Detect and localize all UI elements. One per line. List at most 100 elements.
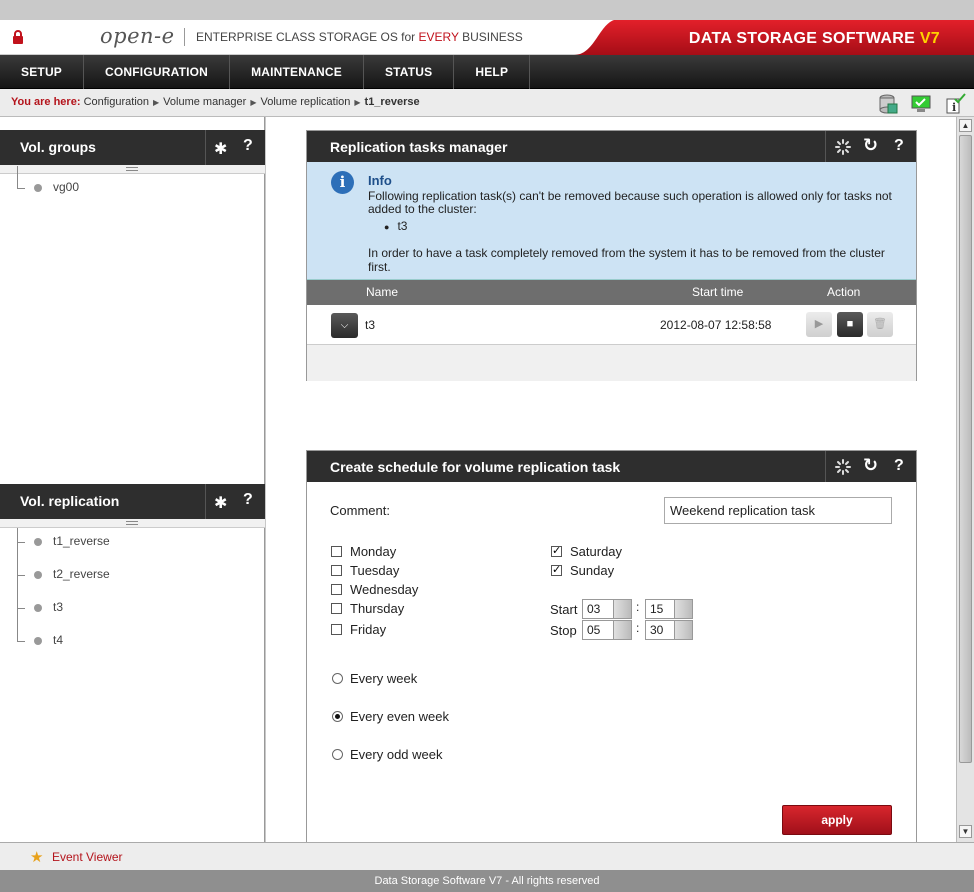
header-divider — [825, 131, 826, 162]
checkbox-label: Saturday — [570, 544, 623, 559]
comment-label: Comment: — [330, 503, 390, 518]
tree-node-icon — [34, 637, 42, 645]
table-row: ⌵ t3 2012-08-07 12:58:58 ▶ ■ 🗑 — [307, 305, 916, 345]
stop-button[interactable]: ■ — [837, 312, 863, 337]
tree-node-icon — [34, 538, 42, 546]
column-name: Name — [366, 285, 399, 299]
scroll-down-icon[interactable]: ▼ — [959, 825, 972, 838]
reload-icon[interactable]: ↻ — [863, 455, 878, 476]
header-divider — [205, 484, 206, 519]
breadcrumb-current: t1_reverse — [364, 96, 420, 108]
help-icon[interactable]: ? — [243, 137, 253, 155]
help-icon[interactable]: ? — [243, 491, 253, 509]
info-list-item: ● t3 — [384, 219, 408, 233]
replication-tasks-manager: Replication tasks manager ↻ ? i Info Fol… — [306, 130, 917, 381]
breadcrumb-item[interactable]: Volume manager — [163, 96, 246, 108]
menu-help[interactable]: HELP — [454, 55, 531, 89]
radio-every-odd-week[interactable] — [332, 749, 343, 760]
tree-branch — [17, 561, 18, 594]
delete-trash-icon[interactable]: 🗑 — [867, 312, 893, 337]
breadcrumb-item[interactable]: Volume replication — [260, 96, 350, 108]
tree-branch — [17, 627, 18, 641]
event-viewer-link[interactable]: Event Viewer — [52, 850, 122, 864]
tree-branch — [17, 641, 25, 642]
radio-every-week[interactable] — [332, 673, 343, 684]
checkbox-label: Monday — [350, 544, 397, 559]
tree-node-icon — [34, 571, 42, 579]
breadcrumb-bar: You are here: Configuration ▶ Volume manag… — [0, 89, 974, 117]
expand-chevron-icon[interactable]: ⌵ — [331, 313, 358, 338]
checkbox-label: Thursday — [350, 601, 405, 616]
menu-configuration[interactable]: CONFIGURATION — [84, 55, 231, 89]
brand-title: DATA STORAGE SOFTWARE V7 — [688, 30, 940, 47]
info-title: Info — [368, 173, 392, 188]
database-icon[interactable] — [876, 93, 898, 115]
reload-icon[interactable]: ↻ — [863, 135, 878, 156]
radio-label: Every week — [350, 671, 418, 686]
vertical-scrollbar[interactable]: ▲ ▼ — [956, 117, 974, 842]
lock-icon[interactable] — [12, 30, 24, 44]
apply-button[interactable]: apply — [782, 805, 892, 835]
tree-branch — [17, 575, 25, 576]
tasks-table-header: Name Start time Action — [307, 280, 916, 305]
footer: Data Storage Software V7 - All rights re… — [0, 870, 974, 892]
breadcrumb-item[interactable]: Configuration — [84, 96, 149, 108]
breadcrumb-arrow-icon: ▶ — [153, 98, 160, 107]
help-icon[interactable]: ? — [894, 137, 904, 155]
scroll-thumb[interactable] — [959, 135, 972, 763]
vol-replication-title: Vol. replication — [20, 493, 120, 509]
breadcrumb-arrow-icon: ▶ — [354, 98, 361, 107]
help-icon[interactable]: ? — [894, 457, 904, 475]
tree-branch — [17, 542, 25, 543]
table-footer — [307, 345, 916, 381]
window-top-strip — [0, 0, 974, 20]
radio-label: Every even week — [350, 709, 449, 724]
schedule-title: Create schedule for volume replication t… — [330, 459, 621, 475]
header-divider — [205, 130, 206, 165]
schedule-header: Create schedule for volume replication t… — [307, 451, 916, 482]
panel-resize-grip[interactable] — [0, 519, 265, 528]
menu-maintenance[interactable]: MAINTENANCE — [230, 55, 364, 89]
gear-icon[interactable]: ✱ — [214, 493, 227, 513]
tree-branch — [17, 188, 25, 189]
panel-resize-grip[interactable] — [0, 165, 265, 174]
checkbox-label: Friday — [350, 622, 387, 637]
stop-minute-spinner[interactable]: 30 — [645, 620, 693, 640]
vol-replication-header: Vol. replication ✱ ? — [0, 484, 265, 519]
start-hour-spinner[interactable]: 03 — [582, 599, 632, 619]
checkbox-label: Tuesday — [350, 563, 400, 578]
checkbox-monday[interactable] — [331, 546, 342, 557]
tree-item-label: t2_reverse — [53, 567, 110, 581]
radio-label: Every odd week — [350, 747, 443, 762]
tree-item-label: vg00 — [53, 180, 80, 194]
checkbox-label: Wednesday — [350, 582, 419, 597]
task-name: t3 — [365, 318, 376, 332]
radio-every-even-week[interactable] — [332, 711, 343, 722]
column-start-time: Start time — [692, 285, 744, 299]
monitor-check-icon[interactable] — [910, 93, 932, 115]
event-viewer-bar: ★ Event Viewer — [0, 842, 974, 870]
gear-icon[interactable]: ✱ — [214, 139, 227, 159]
info-check-icon[interactable]: i — [944, 93, 966, 115]
tree-branch — [17, 608, 25, 609]
checkbox-friday[interactable] — [331, 624, 342, 635]
scroll-up-icon[interactable]: ▲ — [959, 119, 972, 132]
play-button[interactable]: ▶ — [806, 312, 832, 337]
stop-hour-spinner[interactable]: 05 — [582, 620, 632, 640]
menu-status[interactable]: STATUS — [364, 55, 455, 89]
comment-input[interactable] — [664, 497, 892, 524]
info-icon: i — [331, 171, 354, 194]
start-minute-spinner[interactable]: 15 — [645, 599, 693, 619]
vol-groups-header: Vol. groups ✱ ? — [0, 130, 265, 165]
checkbox-sunday[interactable]: ✓ — [551, 565, 562, 576]
checkbox-thursday[interactable] — [331, 603, 342, 614]
menu-setup[interactable]: SETUP — [0, 55, 85, 89]
info-text: Following replication task(s) can't be r… — [368, 189, 892, 216]
checkbox-saturday[interactable]: ✓ — [551, 546, 562, 557]
checkbox-tuesday[interactable] — [331, 565, 342, 576]
star-icon: ★ — [30, 849, 44, 866]
stop-label: Stop — [550, 623, 577, 638]
checkbox-wednesday[interactable] — [331, 584, 342, 595]
tree-branch — [17, 166, 18, 188]
tree-item-label: t4 — [53, 633, 64, 647]
